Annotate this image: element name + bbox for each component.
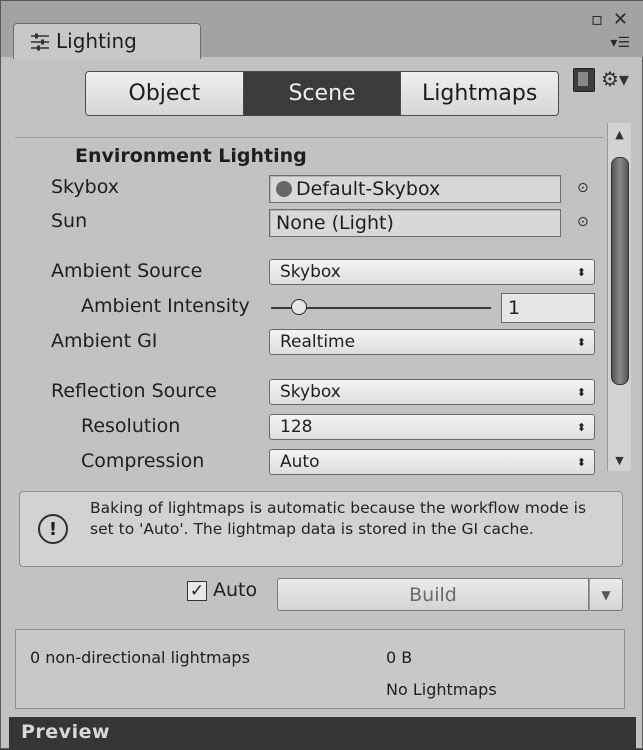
- info-helpbox: ! Baking of lightmaps is automatic becau…: [19, 491, 623, 567]
- dropdown-arrow-icon: ⬍: [576, 335, 586, 349]
- tab-scene[interactable]: Scene: [243, 72, 402, 115]
- material-icon: [276, 181, 292, 197]
- gear-icon[interactable]: ⚙▾: [601, 67, 629, 91]
- info-message: Baking of lightmaps is automatic because…: [90, 499, 587, 538]
- resolution-label: Resolution: [81, 415, 181, 437]
- ambient-intensity-input[interactable]: 1: [501, 293, 595, 323]
- title-strip: Lighting ▫ ✕ ▾☰: [1, 1, 643, 59]
- ambient-gi-label: Ambient GI: [51, 330, 158, 352]
- lighting-settings-icon: [31, 33, 49, 51]
- tab-title: Lighting: [56, 29, 137, 53]
- scroll-up-icon[interactable]: ▲: [608, 123, 631, 145]
- ambient-gi-dropdown[interactable]: Realtime ⬍: [269, 329, 595, 355]
- window-controls-icon[interactable]: ▫ ✕: [591, 9, 630, 30]
- lightmap-status: No Lightmaps: [386, 680, 497, 699]
- auto-checkbox[interactable]: ✓: [187, 581, 207, 601]
- compression-value: Auto: [280, 452, 320, 472]
- info-icon: !: [38, 514, 68, 544]
- sun-label: Sun: [51, 210, 88, 232]
- context-menu-icon[interactable]: ▾☰: [610, 35, 630, 51]
- ambient-source-label: Ambient Source: [51, 260, 203, 282]
- dropdown-arrow-icon: ⬍: [576, 455, 586, 469]
- object-picker-icon[interactable]: ⊙: [577, 180, 589, 196]
- scroll-thumb[interactable]: [611, 157, 629, 385]
- lightmap-count: 0 non-directional lightmaps: [30, 648, 250, 667]
- dropdown-arrow-icon: ⬍: [576, 420, 586, 434]
- sun-field[interactable]: None (Light): [269, 209, 561, 237]
- reflection-source-value: Skybox: [280, 382, 341, 402]
- object-picker-icon[interactable]: ⊙: [577, 214, 589, 230]
- dropdown-arrow-icon: ⬍: [576, 385, 586, 399]
- ambient-source-value: Skybox: [280, 262, 341, 282]
- sun-value: None (Light): [276, 212, 394, 234]
- vertical-scrollbar[interactable]: ▲ ▼: [607, 123, 631, 471]
- section-title-environment: Environment Lighting: [75, 145, 307, 167]
- reflection-source-label: Reflection Source: [51, 380, 217, 402]
- help-book-icon[interactable]: [573, 68, 595, 92]
- skybox-value: Default-Skybox: [296, 178, 441, 200]
- auto-label: Auto: [213, 579, 258, 601]
- preview-label: Preview: [21, 721, 111, 743]
- compression-label: Compression: [81, 450, 205, 472]
- ambient-source-dropdown[interactable]: Skybox ⬍: [269, 259, 595, 285]
- compression-dropdown[interactable]: Auto ⬍: [269, 449, 595, 475]
- resolution-dropdown[interactable]: 128 ⬍: [269, 414, 595, 440]
- mode-tabs: Object Scene Lightmaps: [85, 71, 559, 116]
- dropdown-arrow-icon: ⬍: [576, 265, 586, 279]
- reflection-source-dropdown[interactable]: Skybox ⬍: [269, 379, 595, 405]
- ambient-intensity-label: Ambient Intensity: [81, 295, 250, 317]
- ambient-gi-value: Realtime: [280, 332, 356, 352]
- preview-header[interactable]: Preview: [9, 717, 636, 750]
- scroll-down-icon[interactable]: ▼: [608, 449, 631, 471]
- tab-object[interactable]: Object: [86, 72, 244, 115]
- tab-lighting[interactable]: Lighting: [13, 23, 201, 59]
- build-dropdown-icon[interactable]: ▼: [589, 578, 623, 611]
- lightmap-size: 0 B: [386, 648, 413, 667]
- build-button[interactable]: Build: [277, 578, 589, 611]
- tab-lightmaps[interactable]: Lightmaps: [401, 72, 558, 115]
- resolution-value: 128: [280, 417, 313, 437]
- lighting-window: Lighting ▫ ✕ ▾☰ Object Scene Lightmaps ⚙…: [0, 0, 643, 750]
- skybox-field[interactable]: Default-Skybox: [269, 175, 561, 203]
- skybox-label: Skybox: [51, 176, 119, 198]
- lightmap-stats: 0 non-directional lightmaps 0 B No Light…: [15, 629, 625, 709]
